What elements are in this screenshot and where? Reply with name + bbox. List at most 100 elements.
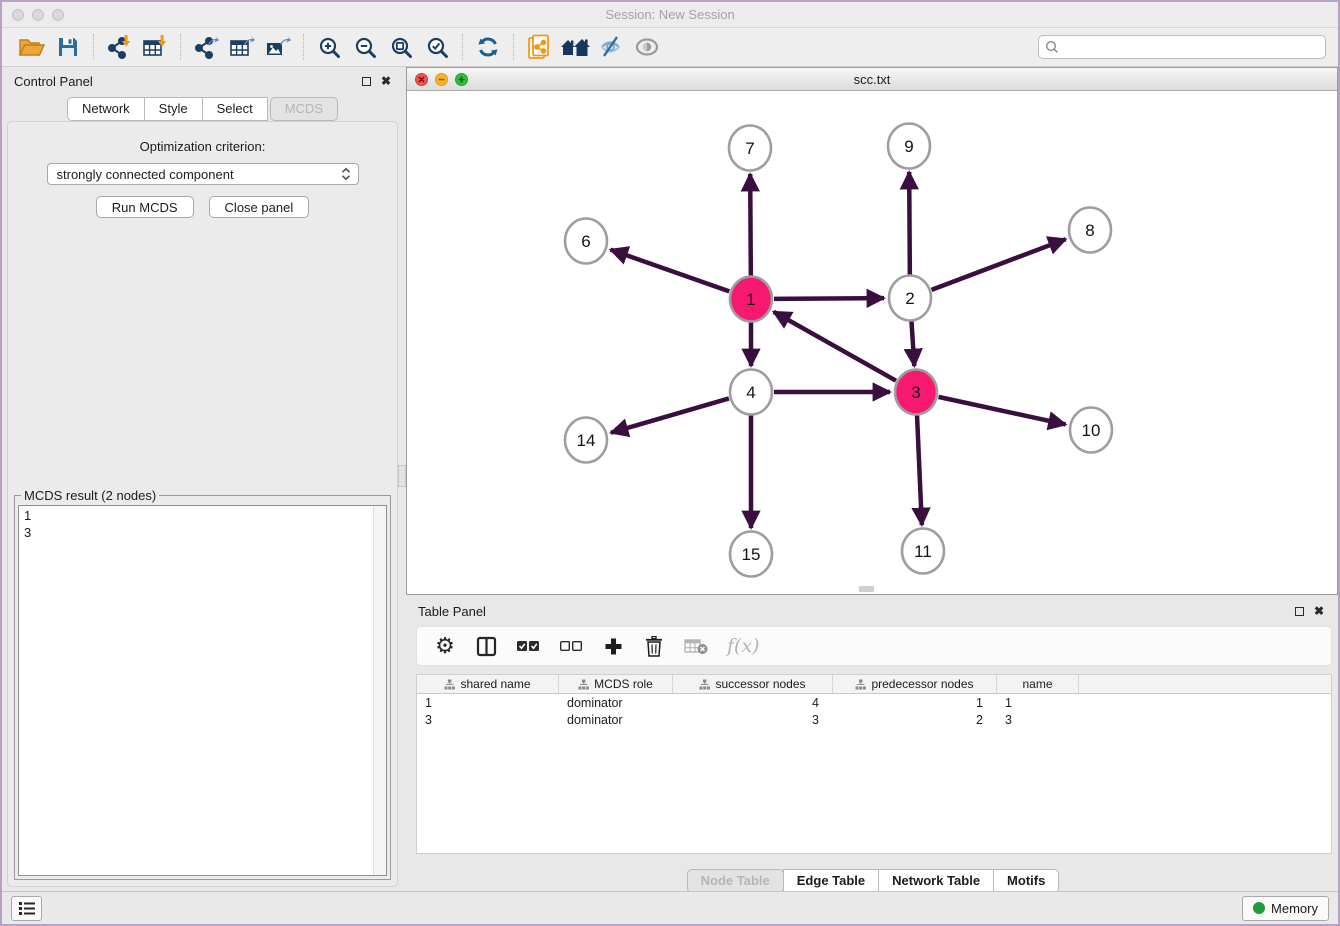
import-network-button[interactable] bbox=[101, 32, 137, 62]
close-window-button[interactable] bbox=[12, 9, 24, 21]
network-maximize-button[interactable] bbox=[455, 73, 468, 86]
tab-motifs[interactable]: Motifs bbox=[993, 869, 1059, 893]
table-row[interactable]: 1dominator411 bbox=[417, 694, 1331, 711]
search-box[interactable] bbox=[1038, 35, 1326, 59]
select-all-rows-button[interactable] bbox=[516, 640, 540, 652]
export-image-button[interactable] bbox=[260, 32, 296, 62]
edge-3-1[interactable] bbox=[774, 312, 896, 381]
add-column-button[interactable] bbox=[602, 637, 624, 656]
graph-node-1[interactable]: 1 bbox=[730, 277, 772, 322]
tree-icon bbox=[855, 679, 866, 690]
network-window-titlebar[interactable]: scc.txt bbox=[407, 68, 1337, 91]
zoom-in-button[interactable] bbox=[311, 32, 347, 62]
edge-1-2[interactable] bbox=[774, 298, 884, 299]
export-network-button[interactable] bbox=[188, 32, 224, 62]
graph-node-2[interactable]: 2 bbox=[889, 276, 931, 321]
column-header-predecessor-nodes[interactable]: predecessor nodes bbox=[833, 675, 997, 693]
tab-network-table[interactable]: Network Table bbox=[878, 869, 994, 893]
minimize-window-button[interactable] bbox=[32, 9, 44, 21]
tab-edge-table[interactable]: Edge Table bbox=[783, 869, 879, 893]
table-row[interactable]: 3dominator323 bbox=[417, 711, 1331, 728]
edge-2-8[interactable] bbox=[932, 239, 1066, 290]
hide-graphics-details-button[interactable] bbox=[593, 32, 629, 62]
tree-icon bbox=[578, 679, 589, 690]
zoom-fit-button[interactable] bbox=[383, 32, 419, 62]
mcds-panel: Optimization criterion: strongly connect… bbox=[7, 121, 398, 887]
delete-table-button[interactable] bbox=[684, 637, 708, 655]
mcds-result-list[interactable]: 13 bbox=[18, 505, 387, 876]
column-header-shared-name[interactable]: shared name bbox=[417, 675, 559, 693]
edge-1-6[interactable] bbox=[611, 250, 730, 292]
table-cell[interactable]: dominator bbox=[559, 694, 673, 711]
split-columns-button[interactable] bbox=[475, 636, 497, 657]
zoom-window-button[interactable] bbox=[52, 9, 64, 21]
home-view-button[interactable] bbox=[557, 32, 593, 62]
graph-node-8[interactable]: 8 bbox=[1069, 208, 1111, 253]
edge-2-9[interactable] bbox=[909, 172, 910, 275]
edge-3-11[interactable] bbox=[917, 415, 922, 525]
table-cell[interactable]: 1 bbox=[833, 694, 997, 711]
close-panel-button[interactable]: Close panel bbox=[209, 196, 310, 218]
network-close-button[interactable] bbox=[415, 73, 428, 86]
memory-button[interactable]: Memory bbox=[1242, 896, 1329, 921]
table-cell[interactable]: 1 bbox=[997, 694, 1079, 711]
graph-node-7[interactable]: 7 bbox=[729, 126, 771, 171]
task-history-button[interactable] bbox=[11, 896, 42, 921]
edge-3-10[interactable] bbox=[938, 397, 1065, 425]
network-minimize-button[interactable] bbox=[435, 73, 448, 86]
save-session-button[interactable] bbox=[50, 32, 86, 62]
edge-2-3[interactable] bbox=[911, 321, 914, 366]
table-cell[interactable]: 3 bbox=[417, 711, 559, 728]
graph-node-14[interactable]: 14 bbox=[565, 418, 607, 463]
network-graph-canvas[interactable]: 7 9 6 8 1 2 4 3 14 10 15 11 bbox=[407, 91, 1337, 594]
column-header-successor-nodes[interactable]: successor nodes bbox=[673, 675, 833, 693]
search-input[interactable] bbox=[1063, 40, 1319, 55]
export-table-button[interactable] bbox=[224, 32, 260, 62]
table-settings-button[interactable]: ⚙ bbox=[434, 635, 456, 657]
zoom-out-button[interactable] bbox=[347, 32, 383, 62]
graph-node-11[interactable]: 11 bbox=[902, 529, 944, 574]
zoom-selected-button[interactable] bbox=[419, 32, 455, 62]
graph-node-4[interactable]: 4 bbox=[730, 370, 772, 415]
optimization-criterion-value: strongly connected component bbox=[57, 167, 340, 182]
tab-network[interactable]: Network bbox=[67, 97, 145, 121]
column-header-name[interactable]: name bbox=[997, 675, 1079, 693]
close-panel-icon[interactable]: ✖ bbox=[381, 75, 391, 87]
refresh-layout-button[interactable] bbox=[470, 32, 506, 62]
table-cell[interactable]: 1 bbox=[417, 694, 559, 711]
column-header-MCDS-role[interactable]: MCDS role bbox=[559, 675, 673, 693]
function-builder-button[interactable]: f(x) bbox=[727, 635, 760, 657]
optimization-criterion-select[interactable]: strongly connected component bbox=[47, 163, 359, 185]
splitter-grip-horizontal[interactable] bbox=[859, 586, 874, 592]
graph-node-6[interactable]: 6 bbox=[565, 219, 607, 264]
node-table[interactable]: shared nameMCDS rolesuccessor nodesprede… bbox=[416, 674, 1332, 854]
new-network-button[interactable] bbox=[521, 32, 557, 62]
delete-column-button[interactable] bbox=[643, 636, 665, 657]
open-session-button[interactable] bbox=[14, 32, 50, 62]
table-cell[interactable]: 2 bbox=[833, 711, 997, 728]
tab-mcds[interactable]: MCDS bbox=[270, 97, 338, 121]
table-cell[interactable]: 3 bbox=[997, 711, 1079, 728]
float-table-panel-icon[interactable] bbox=[1295, 607, 1304, 616]
splitter-grip-vertical[interactable] bbox=[398, 465, 406, 487]
result-scrollbar[interactable] bbox=[373, 506, 386, 875]
tab-node-table[interactable]: Node Table bbox=[687, 869, 784, 893]
import-table-button[interactable] bbox=[137, 32, 173, 62]
show-graphics-details-button[interactable] bbox=[629, 32, 665, 62]
run-mcds-button[interactable]: Run MCDS bbox=[96, 196, 194, 218]
table-cell[interactable]: 3 bbox=[673, 711, 833, 728]
close-table-panel-icon[interactable]: ✖ bbox=[1314, 605, 1324, 617]
deselect-all-rows-button[interactable] bbox=[559, 640, 583, 652]
graph-node-10[interactable]: 10 bbox=[1070, 408, 1112, 453]
table-cell[interactable]: 4 bbox=[673, 694, 833, 711]
float-panel-icon[interactable] bbox=[362, 77, 371, 86]
graph-node-9[interactable]: 9 bbox=[888, 124, 930, 169]
edge-4-14[interactable] bbox=[611, 398, 729, 432]
tab-style[interactable]: Style bbox=[144, 97, 203, 121]
graph-node-3[interactable]: 3 bbox=[895, 370, 937, 415]
table-cell[interactable]: dominator bbox=[559, 711, 673, 728]
deselect-all-rows-icon bbox=[559, 640, 583, 652]
edge-1-7[interactable] bbox=[750, 174, 751, 276]
graph-node-15[interactable]: 15 bbox=[730, 532, 772, 577]
tab-select[interactable]: Select bbox=[202, 97, 268, 121]
